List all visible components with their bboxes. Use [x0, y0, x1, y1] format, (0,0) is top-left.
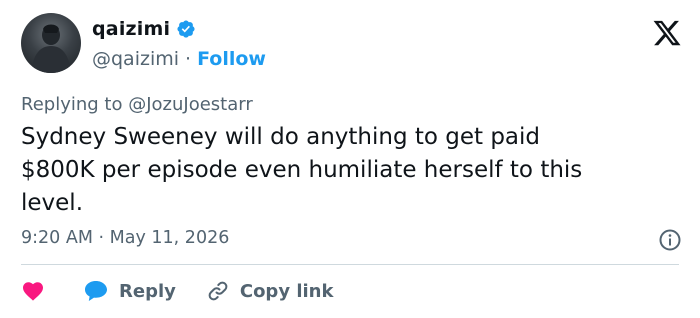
link-icon: [208, 281, 228, 301]
x-logo-icon[interactable]: [652, 18, 682, 48]
like-button[interactable]: [21, 279, 45, 303]
tweet-text: Sydney Sweeney will do anything to get p…: [21, 124, 583, 216]
verified-badge-icon: [177, 20, 195, 38]
reply-button[interactable]: Reply: [83, 279, 176, 303]
timestamp-separator: ·: [98, 228, 105, 248]
author-name-row: qaizimi: [92, 18, 196, 40]
follow-button[interactable]: Follow: [197, 48, 266, 70]
heart-icon: [23, 282, 43, 301]
copy-link-label: Copy link: [239, 280, 334, 302]
author-display-name[interactable]: qaizimi: [92, 18, 170, 40]
info-icon[interactable]: [658, 228, 682, 252]
replying-to-line: Replying to @JozuJoestarr: [21, 94, 253, 115]
speech-bubble-icon: [85, 281, 107, 301]
tweet-time: 9:20 AM: [21, 228, 93, 248]
replying-to-prefix: Replying to: [21, 94, 123, 115]
author-handle[interactable]: @qaizimi: [92, 48, 179, 70]
replying-to-mention[interactable]: @JozuJoestarr: [128, 94, 253, 115]
handle-separator: ·: [185, 48, 192, 70]
avatar[interactable]: [21, 13, 81, 73]
divider: [21, 264, 679, 265]
avatar-figure-image: [31, 24, 71, 73]
tweet-date: May 11, 2026: [109, 228, 230, 248]
copy-link-button[interactable]: Copy link: [206, 279, 334, 303]
action-bar: Reply Copy link: [21, 276, 333, 306]
author-handle-row: @qaizimi · Follow: [92, 48, 266, 70]
tweet-timestamp[interactable]: 9:20 AM · May 11, 2026: [21, 228, 229, 248]
reply-label: Reply: [119, 280, 176, 302]
